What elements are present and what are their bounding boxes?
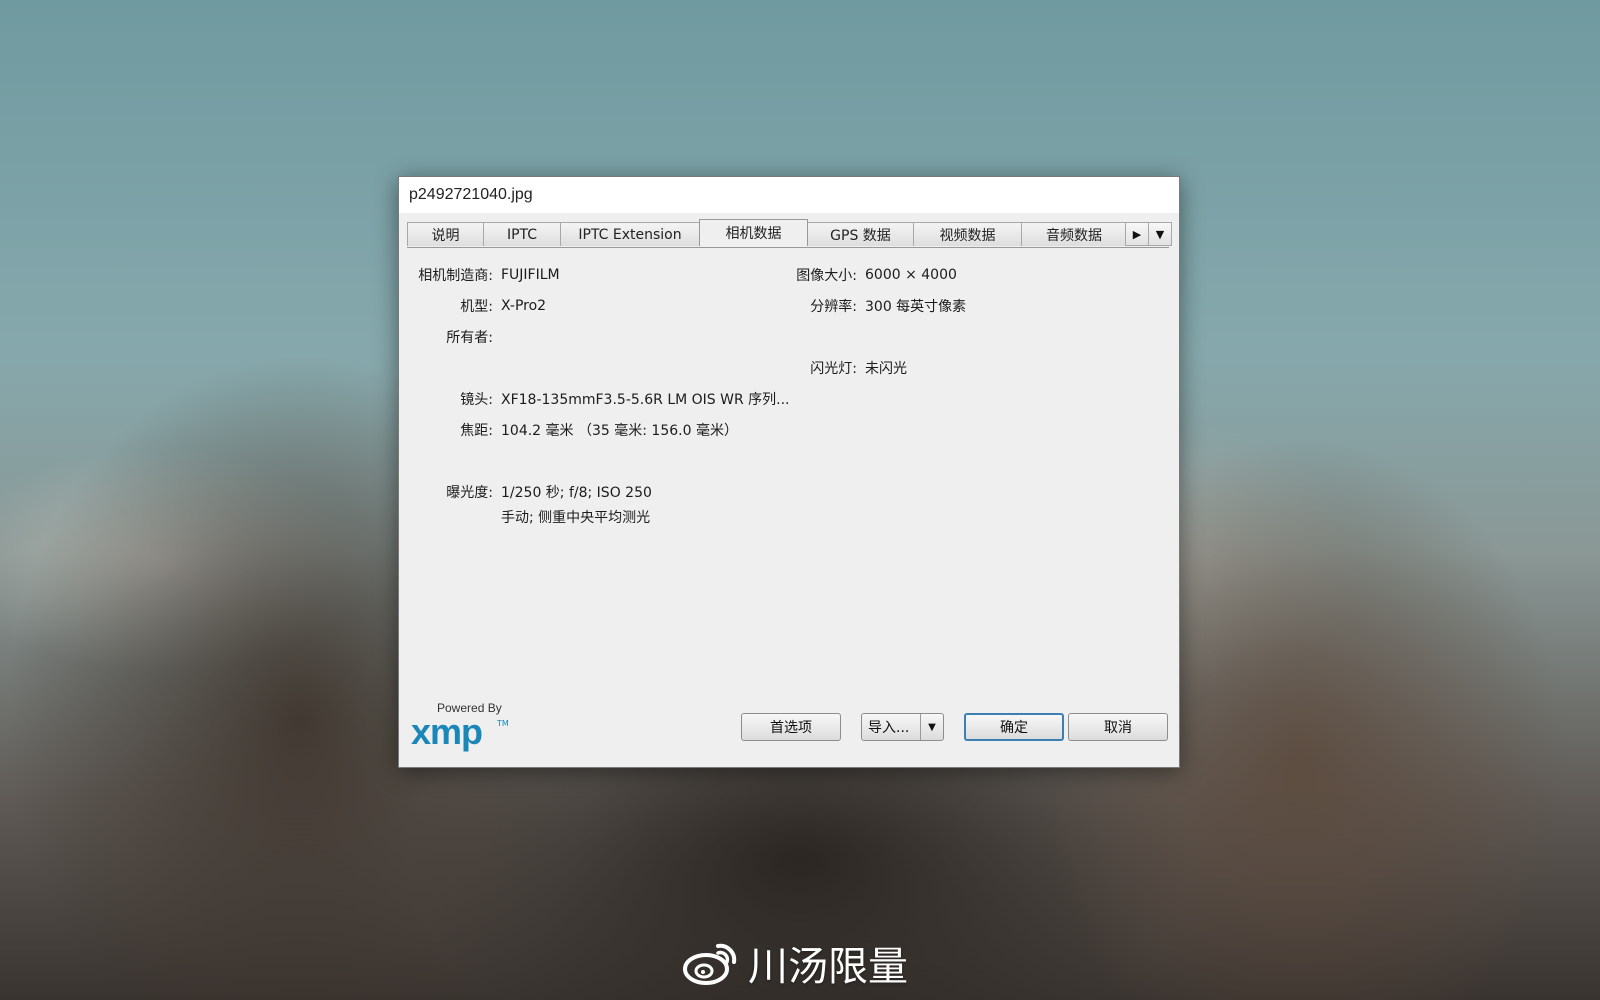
tab-bar: 说明 IPTC IPTC Extension 相机数据 GPS 数据 视频数据 … xyxy=(407,219,1172,246)
owner-row: 所有者: xyxy=(413,326,501,348)
dialog-title-bar: p2492721040.jpg xyxy=(399,177,1179,213)
resolution-row: 分辨率: 300 每英寸像素 xyxy=(777,295,966,317)
dialog-footer: Powered By xmp TM 首选项 导入... ▼ 确定 取消 xyxy=(399,701,1179,767)
make-row: 相机制造商: FUJIFILM xyxy=(413,264,560,286)
logo-tm: TM xyxy=(497,719,509,728)
focal-length-label: 焦距: xyxy=(460,423,493,439)
camera-data-panel: 相机制造商: FUJIFILM 机型: X-Pro2 所有者: 镜头: XF18… xyxy=(407,247,1169,698)
tab-gps-data[interactable]: GPS 数据 xyxy=(807,222,914,246)
tab-iptc-extension[interactable]: IPTC Extension xyxy=(560,222,700,246)
flash-row: 闪光灯: 未闪光 xyxy=(777,357,907,379)
lens-label: 镜头: xyxy=(460,392,493,408)
exposure-value[interactable]: 1/250 秒; f/8; ISO 250 xyxy=(501,482,652,502)
watermark-text: 川汤限量 xyxy=(748,944,908,990)
make-value[interactable]: FUJIFILM xyxy=(501,267,560,283)
focal-length-value[interactable]: 104.2 毫米 （35 毫米: 156.0 毫米） xyxy=(501,420,738,440)
tab-menu-dropdown-icon[interactable]: ▼ xyxy=(1148,222,1172,246)
xmp-logo: Powered By xmp TM xyxy=(411,701,511,752)
resolution-value[interactable]: 300 每英寸像素 xyxy=(865,296,966,316)
tab-video-data[interactable]: 视频数据 xyxy=(913,222,1022,246)
model-label: 机型: xyxy=(460,299,493,315)
import-button[interactable]: 导入... ▼ xyxy=(861,713,944,741)
tab-iptc[interactable]: IPTC xyxy=(483,222,561,246)
exposure-row-2: 手动; 侧重中央平均测光 xyxy=(501,506,650,528)
resolution-label: 分辨率: xyxy=(810,299,857,315)
lens-value[interactable]: XF18-135mmF3.5-5.6R LM OIS WR 序列... xyxy=(501,389,790,409)
dialog-title: p2492721040.jpg xyxy=(409,186,533,203)
tab-description[interactable]: 说明 xyxy=(407,222,484,246)
image-size-row: 图像大小: 6000 × 4000 xyxy=(777,264,957,286)
cancel-button[interactable]: 取消 xyxy=(1068,713,1168,741)
exposure-label: 曝光度: xyxy=(446,485,493,501)
file-info-dialog: p2492721040.jpg 说明 IPTC IPTC Extension 相… xyxy=(398,176,1180,768)
flash-value[interactable]: 未闪光 xyxy=(865,358,907,378)
owner-label: 所有者: xyxy=(446,330,493,346)
logo-xmp: xmp xyxy=(411,711,483,752)
exposure-row: 曝光度: 1/250 秒; f/8; ISO 250 xyxy=(413,481,652,503)
image-size-label: 图像大小: xyxy=(796,268,857,284)
model-row: 机型: X-Pro2 xyxy=(413,295,546,317)
exposure-mode-value[interactable]: 手动; 侧重中央平均测光 xyxy=(501,507,650,527)
lens-row: 镜头: XF18-135mmF3.5-5.6R LM OIS WR 序列... xyxy=(413,388,790,410)
focal-length-row: 焦距: 104.2 毫米 （35 毫米: 156.0 毫米） xyxy=(413,419,738,441)
tab-audio-data[interactable]: 音频数据 xyxy=(1021,222,1127,246)
model-value[interactable]: X-Pro2 xyxy=(501,298,546,314)
preferences-button[interactable]: 首选项 xyxy=(741,713,841,741)
make-label: 相机制造商: xyxy=(418,268,493,284)
ok-button[interactable]: 确定 xyxy=(964,713,1064,741)
tab-camera-data[interactable]: 相机数据 xyxy=(699,219,808,246)
tab-scroll-right-icon[interactable]: ▶ xyxy=(1125,222,1149,246)
import-dropdown-icon[interactable]: ▼ xyxy=(920,714,943,740)
flash-label: 闪光灯: xyxy=(810,361,857,377)
import-button-label: 导入... xyxy=(868,720,910,736)
watermark: 川汤限量 xyxy=(682,934,908,992)
image-size-value[interactable]: 6000 × 4000 xyxy=(865,267,957,283)
weibo-icon xyxy=(683,943,737,985)
